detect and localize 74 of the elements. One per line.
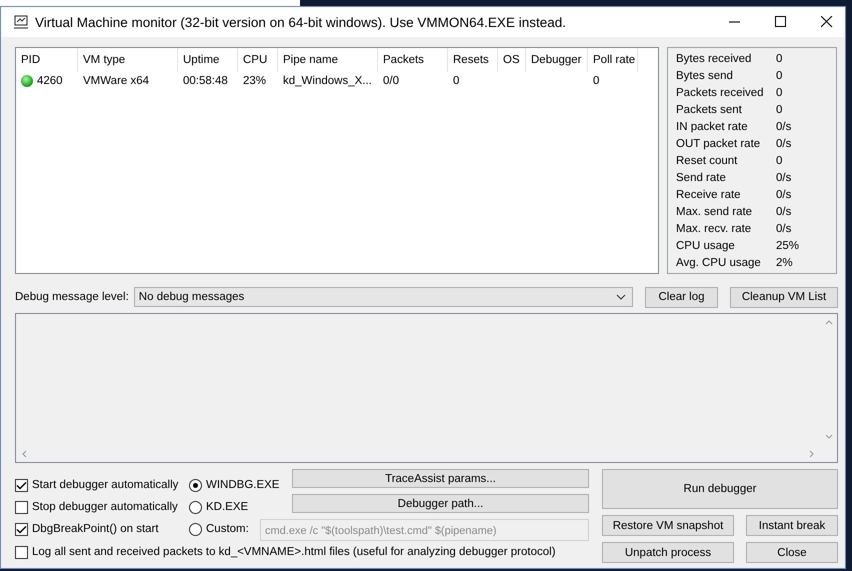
stat-value: 2% [776,256,793,271]
log-button[interactable]: Clear log [645,286,718,308]
radio-label: Custom: [206,523,249,535]
column-header[interactable]: PID [16,48,78,72]
checkbox-label: DbgBreakPoint() on start [32,523,159,535]
stat-label: IN packet rate [676,120,749,135]
stat-label: OUT packet rate [676,137,762,152]
stat-value: 0 [776,69,782,84]
run-debugger-button[interactable]: Run debugger [602,469,838,509]
stat-value: 0/s [776,222,792,237]
radio-label: WINDBG.EXE [206,479,280,491]
debug-level-label: Debug message level: [15,291,129,303]
table-cell-text: 0 [593,74,600,89]
log-button[interactable]: Cleanup VM List [730,286,838,308]
stat-value: 0 [776,52,782,67]
stat-value: 0/s [776,188,792,203]
checkbox-label: Start debugger automatically [32,479,178,491]
table-cell-text: 0 [453,74,460,89]
table-cell-text: 0/0 [383,74,399,89]
table-cell-text: VMWare x64 [83,74,150,89]
column-header[interactable]: CPU [238,48,278,72]
table-cell-text: 00:58:48 [183,74,228,89]
action-button[interactable]: Instant break [746,515,838,536]
stat-value: 0/s [776,137,792,152]
stat-label: Max. recv. rate [676,222,752,237]
checkbox-label: Log all sent and received packets to kd_<VMNAME>.html files (useful for analyzing debugger protocol) [32,546,556,558]
stat-label: Avg. CPU usage [676,256,762,271]
stat-label: Bytes received [676,52,752,67]
stat-label: Bytes send [676,69,734,84]
radio-button[interactable] [189,500,202,514]
maximize-icon[interactable] [775,16,787,28]
chevron-icon [616,294,626,300]
checkbox[interactable] [15,478,28,492]
stat-value: 0/s [776,171,792,186]
checkbox[interactable] [15,546,28,558]
close-icon[interactable] [821,16,833,28]
action-button[interactable]: Close [746,542,838,563]
table-cell-text: kd_Windows_X... [283,74,372,89]
checkbox[interactable] [15,522,28,536]
column-header[interactable]: Packets [378,48,448,72]
stat-value: 25% [776,239,800,254]
table-cell-text: 4260 [37,74,63,89]
stat-value: 0 [776,103,782,118]
stat-value: 0/s [776,205,792,220]
radio-button[interactable] [189,522,202,536]
stat-value: 0 [776,154,782,169]
column-header[interactable]: VM type [78,48,178,72]
column-header[interactable]: Poll rate [588,48,638,72]
stat-label: Max. send rate [676,205,754,220]
radio-label: KD.EXE [206,501,248,513]
checkbox[interactable] [15,500,28,514]
stat-label: Receive rate [676,188,742,203]
stat-label: Reset count [676,154,738,169]
stat-label: CPU usage [676,239,736,254]
column-header[interactable]: Debugger [526,48,588,72]
stat-label: Packets received [676,86,765,101]
monitor-icon [13,15,29,29]
action-button[interactable]: Unpatch process [602,542,734,563]
window-title: Virtual Machine monitor (32-bit version on 64-bit windows). Use VMMON64.EXE instead. [35,14,567,30]
settings-button[interactable]: Debugger path... [292,494,589,513]
column-header[interactable]: OS [498,48,526,72]
table-cell-text: 23% [243,74,266,89]
action-button[interactable]: Restore VM snapshot [602,515,734,536]
debug-level-dropdown[interactable]: No debug messages [134,287,633,307]
stat-value: 0 [776,86,782,101]
column-header[interactable]: Resets [448,48,498,72]
settings-button[interactable]: TraceAssist params... [292,469,589,488]
column-header[interactable]: Pipe name [278,48,378,72]
column-header[interactable]: Uptime [178,48,238,72]
stat-label: Packets sent [676,103,743,118]
radio-button[interactable] [189,478,202,492]
stat-label: Send rate [676,171,727,186]
stat-value: 0/s [776,120,792,135]
checkbox-label: Stop debugger automatically [32,501,178,513]
